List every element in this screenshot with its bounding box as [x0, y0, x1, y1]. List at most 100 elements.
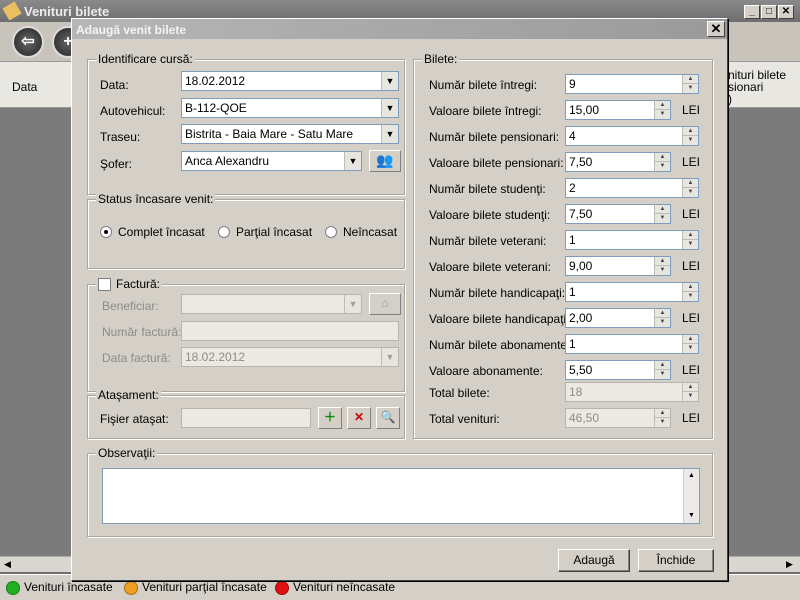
beneficiar-picker-button[interactable]: ⌂ — [369, 293, 401, 315]
numar-spinner[interactable]: 1 ▲ ▼ — [565, 282, 699, 302]
numar-spinner[interactable]: 2 ▲ ▼ — [565, 178, 699, 198]
observatii-textarea[interactable]: ▲ ▼ — [102, 468, 700, 524]
valoare-spinner[interactable]: 15,00 ▲ ▼ — [565, 100, 671, 120]
grid-col-data[interactable]: Data — [12, 80, 37, 94]
numar-spinner[interactable]: 4 ▲ ▼ — [565, 126, 699, 146]
textarea-scrollbar[interactable]: ▲ ▼ — [683, 469, 699, 523]
valoare-spinner[interactable]: 9,00 ▲ ▼ — [565, 256, 671, 276]
spin-up-icon[interactable]: ▲ — [655, 101, 670, 110]
spin-buttons[interactable]: ▲ ▼ — [654, 205, 670, 223]
chevron-down-icon[interactable]: ▼ — [381, 125, 398, 143]
spin-buttons[interactable]: ▲ ▼ — [654, 101, 670, 119]
spin-buttons[interactable]: ▲ ▼ — [654, 309, 670, 327]
bilete-row-label: Număr bilete pensionari: — [429, 130, 560, 144]
spin-down-icon[interactable]: ▼ — [683, 344, 698, 353]
valoare-spinner[interactable]: 5,50 ▲ ▼ — [565, 360, 671, 380]
radio-partial[interactable] — [218, 226, 230, 238]
delete-icon: ✕ — [353, 410, 365, 424]
radio-complet[interactable] — [100, 226, 112, 238]
attach-remove-button[interactable]: ✕ — [347, 407, 371, 429]
radio-neincasat[interactable] — [325, 226, 337, 238]
data-factura-datepicker[interactable]: 18.02.2012 ▼ — [181, 347, 399, 367]
maximize-button[interactable]: □ — [761, 5, 777, 19]
spin-buttons[interactable]: ▲ ▼ — [682, 231, 698, 249]
attach-view-button[interactable]: 🔍 — [376, 407, 400, 429]
factura-checkbox[interactable] — [98, 278, 111, 292]
spin-up-icon[interactable]: ▲ — [655, 205, 670, 214]
radio-neincasat-label[interactable]: Neîncasat — [343, 225, 397, 239]
spin-up-icon[interactable]: ▲ — [683, 335, 698, 344]
spin-buttons[interactable]: ▲ ▼ — [682, 179, 698, 197]
spin-down-icon[interactable]: ▼ — [655, 318, 670, 327]
spin-buttons[interactable]: ▲ ▼ — [682, 75, 698, 93]
magnifier-icon: 🔍 — [380, 410, 396, 424]
spin-up-icon[interactable]: ▲ — [655, 309, 670, 318]
chevron-down-icon[interactable]: ▼ — [381, 348, 398, 366]
sofer-select[interactable]: Anca Alexandru ▼ — [181, 151, 362, 171]
spin-buttons: ▲ ▼ — [654, 409, 670, 427]
spin-buttons[interactable]: ▲ ▼ — [682, 127, 698, 145]
valoare-spinner[interactable]: 2,00 ▲ ▼ — [565, 308, 671, 328]
numar-spinner[interactable]: 9 ▲ ▼ — [565, 74, 699, 94]
legend-item: Venituri parţial încasate — [124, 580, 267, 595]
spin-up-icon[interactable]: ▲ — [683, 75, 698, 84]
numar-spinner[interactable]: 1 ▲ ▼ — [565, 334, 699, 354]
chevron-down-icon[interactable]: ▼ — [381, 72, 398, 90]
spin-up-icon[interactable]: ▲ — [683, 179, 698, 188]
currency-label: LEI — [682, 207, 701, 221]
valoare-spinner[interactable]: 7,50 ▲ ▼ — [565, 152, 671, 172]
chevron-down-icon[interactable]: ▼ — [381, 99, 398, 117]
spin-buttons[interactable]: ▲ ▼ — [654, 257, 670, 275]
spin-up-icon[interactable]: ▲ — [683, 127, 698, 136]
exit-icon[interactable]: ⇦ — [12, 26, 44, 58]
autovehicul-select[interactable]: B-112-QOE ▼ — [181, 98, 399, 118]
spin-up-icon[interactable]: ▲ — [655, 153, 670, 162]
spin-down-icon[interactable]: ▼ — [683, 292, 698, 301]
spin-buttons[interactable]: ▲ ▼ — [654, 153, 670, 171]
spin-down-icon[interactable]: ▼ — [683, 188, 698, 197]
spin-down-icon[interactable]: ▼ — [655, 370, 670, 379]
dialog-close-icon[interactable]: ✕ — [707, 21, 725, 37]
spin-up-icon[interactable]: ▲ — [683, 231, 698, 240]
bilete-row-label: Valoare bilete întregi: — [429, 104, 542, 118]
spin-up-icon[interactable]: ▲ — [655, 257, 670, 266]
spin-buttons[interactable]: ▲ ▼ — [654, 361, 670, 379]
scroll-right-icon[interactable]: ▶ — [786, 559, 793, 570]
chevron-down-icon[interactable]: ▼ — [344, 152, 361, 170]
spin-buttons[interactable]: ▲ ▼ — [682, 283, 698, 301]
scroll-down-icon[interactable]: ▼ — [684, 509, 699, 523]
spin-down-icon[interactable]: ▼ — [683, 240, 698, 249]
spin-up-icon[interactable]: ▲ — [683, 283, 698, 292]
numar-spinner[interactable]: 1 ▲ ▼ — [565, 230, 699, 250]
spin-up-icon[interactable]: ▲ — [655, 361, 670, 370]
beneficiar-select[interactable]: ▼ — [181, 294, 362, 314]
sofer-picker-button[interactable]: 👥 — [369, 150, 401, 172]
spin-down-icon[interactable]: ▼ — [655, 214, 670, 223]
data-datepicker[interactable]: 18.02.2012 ▼ — [181, 71, 399, 91]
spin-buttons[interactable]: ▲ ▼ — [682, 335, 698, 353]
minimize-button[interactable]: _ — [744, 5, 760, 19]
spin-down-icon[interactable]: ▼ — [683, 84, 698, 93]
bilete-row-label: Număr bilete studenţi: — [429, 182, 546, 196]
grid-col-right-2: sionari — [728, 80, 764, 94]
main-close-button[interactable]: ✕ — [778, 5, 794, 19]
scroll-up-icon[interactable]: ▲ — [684, 469, 699, 483]
legend-item: Venituri încasate — [6, 580, 113, 595]
valoare-spinner[interactable]: 7,50 ▲ ▼ — [565, 204, 671, 224]
scroll-left-icon[interactable]: ◀ — [4, 559, 11, 570]
attach-add-button[interactable]: ＋ — [318, 407, 342, 429]
spin-down-icon[interactable]: ▼ — [655, 162, 670, 171]
spin-down-icon[interactable]: ▼ — [683, 136, 698, 145]
traseu-select[interactable]: Bistrita - Baia Mare - Satu Mare ▼ — [181, 124, 399, 144]
chevron-down-icon[interactable]: ▼ — [344, 295, 361, 313]
fisier-label: Fişier ataşat: — [100, 412, 169, 426]
spin-down-icon[interactable]: ▼ — [655, 110, 670, 119]
fisier-field[interactable] — [181, 408, 311, 428]
inchide-button[interactable]: Închide — [638, 549, 714, 572]
numar-factura-field[interactable] — [181, 321, 399, 341]
observatii-group: Observaţii: ▲ ▼ — [87, 446, 713, 537]
adauga-button[interactable]: Adaugă — [558, 549, 630, 572]
radio-complet-label[interactable]: Complet încasat — [118, 225, 205, 239]
radio-partial-label[interactable]: Parţial încasat — [236, 225, 312, 239]
spin-down-icon[interactable]: ▼ — [655, 266, 670, 275]
